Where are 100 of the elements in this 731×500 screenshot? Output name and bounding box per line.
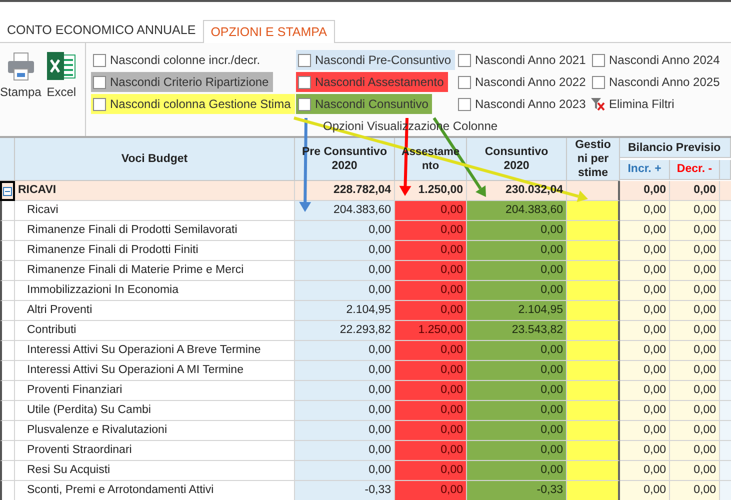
row-label: Rimanenze Finali di Prodotti Finiti [15, 241, 295, 261]
row-label: Immobilizzazioni In Economia [15, 281, 295, 301]
table-cell: 0,00 [395, 241, 467, 261]
option-checkbox[interactable]: Nascondi Assestamento [296, 72, 448, 92]
table-cell: 0,00 [670, 401, 720, 421]
table-cell: 0,00 [295, 401, 395, 421]
row-label: Altri Proventi [15, 301, 295, 321]
table-cell: -0,33 [295, 481, 395, 500]
table-cell: 22.293,82 [295, 321, 395, 341]
table-cell: 0,00 [295, 261, 395, 281]
table-cell: 0,00 [620, 421, 670, 441]
row-header-cell [0, 301, 15, 321]
row-label: Utile (Perdita) Su Cambi [15, 401, 295, 421]
row-label: Resi Su Acquisti [15, 461, 295, 481]
clear-filters-button[interactable]: Elimina Filtri [590, 94, 674, 114]
column-group-header: Bilancio Previsio [620, 138, 731, 158]
table-cell: 23.543,82 [467, 321, 567, 341]
table-cell: 0,00 [670, 261, 720, 281]
table-cell: 0,00 [295, 241, 395, 261]
table-cell: 0,00 [467, 401, 567, 421]
table-cell: 0,00 [620, 241, 670, 261]
option-checkbox[interactable]: Nascondi Anno 2023 [456, 94, 590, 114]
table-cell: 0,00 [467, 341, 567, 361]
table-cell: 0,00 [295, 281, 395, 301]
table-cell: 0,00 [467, 281, 567, 301]
table-cell: 204.383,60 [295, 201, 395, 221]
table-cell: 0,00 [670, 301, 720, 321]
table-cell: 0,00 [467, 441, 567, 461]
table-cell: 0,00 [395, 261, 467, 281]
table-cell: 2.104,95 [295, 301, 395, 321]
row-header-cell [0, 421, 15, 441]
table-cell: -0,33 [467, 481, 567, 500]
table-cell: 0,00 [620, 361, 670, 381]
option-checkbox[interactable]: Nascondi colonne incr./decr. [91, 50, 264, 70]
collapse-toggle[interactable] [0, 181, 15, 201]
table-cell: 0,00 [670, 221, 720, 241]
table-cell: 0,00 [295, 441, 395, 461]
table-cell: 0,00 [395, 461, 467, 481]
table-cell: 0,00 [620, 381, 670, 401]
table-cell: 0,00 [467, 421, 567, 441]
table-cell: 0,00 [295, 221, 395, 241]
row-label: Interessi Attivi Su Operazioni A Breve Termine [15, 341, 295, 361]
option-checkbox[interactable]: Nascondi colonna Gestione Stima [91, 94, 295, 114]
header-cell [720, 160, 731, 180]
row-header-cell [0, 441, 15, 461]
row-label: Proventi Straordinari [15, 441, 295, 461]
option-checkbox[interactable]: Nascondi Anno 2025 [590, 72, 724, 92]
table-cell: 0,00 [395, 361, 467, 381]
table-cell: 204.383,60 [467, 201, 567, 221]
table-cell: 0,00 [620, 281, 670, 301]
table-cell: 0,00 [620, 441, 670, 461]
table-cell: 0,00 [620, 261, 670, 281]
option-checkbox[interactable]: Nascondi Pre-Consuntivo [296, 50, 456, 70]
table-cell: 0,00 [395, 201, 467, 221]
table-cell: 1.250,00 [395, 181, 467, 201]
table-cell: 0,00 [670, 481, 720, 500]
table-cell: 0,00 [670, 421, 720, 441]
table-cell: 0,00 [395, 341, 467, 361]
collapse-icon [3, 186, 12, 196]
table-cell: 0,00 [295, 421, 395, 441]
table-cell: 0,00 [295, 341, 395, 361]
table-cell: 228.782,04 [295, 181, 395, 201]
row-header-cell [0, 321, 15, 341]
table-cell: 0,00 [467, 361, 567, 381]
option-checkbox[interactable]: Nascondi Criterio Ripartizione [91, 72, 273, 92]
option-checkbox[interactable]: Nascondi Consuntivo [296, 94, 432, 114]
option-checkbox[interactable]: Nascondi Anno 2021 [456, 50, 590, 70]
table-cell: 0,00 [670, 381, 720, 401]
option-checkbox[interactable]: Nascondi Anno 2022 [456, 72, 590, 92]
option-checkbox[interactable]: Nascondi Anno 2024 [590, 50, 724, 70]
column-header: Decr. - [670, 160, 720, 180]
table-cell: 1.250,00 [395, 321, 467, 341]
row-label: Interessi Attivi Su Operazioni A MI Termine [15, 361, 295, 381]
row-header-cell [0, 241, 15, 261]
table-cell: 0,00 [395, 381, 467, 401]
table-cell: 0,00 [620, 401, 670, 421]
table-cell: 0,00 [670, 341, 720, 361]
column-header: Incr. + [620, 160, 670, 180]
row-header-cell [0, 261, 15, 281]
table-cell: 0,00 [670, 241, 720, 261]
row-header-cell [0, 401, 15, 421]
row-label: RICAVI [15, 181, 295, 201]
export-button[interactable]: Excel [45, 51, 78, 101]
table-cell: 0,00 [467, 221, 567, 241]
tab[interactable]: OPZIONI E STAMPA [202, 20, 335, 43]
table-cell: 0,00 [395, 421, 467, 441]
column-header: Gestioni per stime [567, 138, 620, 181]
table-cell: 0,00 [670, 201, 720, 221]
row-header-cell [0, 341, 15, 361]
row-label: Contributi [15, 321, 295, 341]
column-header: Consuntivo 2020 [467, 138, 567, 181]
table-cell: 0,00 [295, 461, 395, 481]
row-label: Ricavi [15, 201, 295, 221]
tab[interactable]: CONTO ECONOMICO ANNUALE [0, 19, 203, 42]
table-cell: 0,00 [670, 441, 720, 461]
table-cell: 0,00 [620, 481, 670, 500]
spreadsheet-icon [45, 51, 78, 81]
print-button[interactable]: Stampa [0, 51, 42, 101]
table-cell: 0,00 [295, 361, 395, 381]
filter-clear-icon [590, 97, 605, 111]
